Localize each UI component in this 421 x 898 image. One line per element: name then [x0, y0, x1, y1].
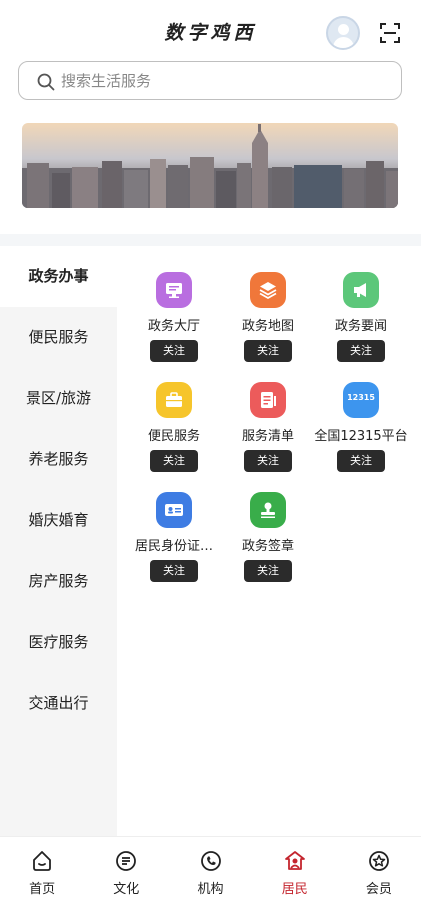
city-skyline-image: [22, 124, 398, 208]
service-label: 居民身份证…: [134, 539, 213, 554]
follow-button[interactable]: 关注: [150, 340, 198, 362]
avatar-head: [338, 24, 349, 35]
service-grid: 政务大厅 关注 政务地图 关注 政务要闻 关注 便民服务 关注 服务清单 关注 …: [117, 246, 421, 836]
megaphone-icon: [343, 272, 379, 308]
bottom-nav: 首页 文化 机构 居民 会员: [0, 836, 421, 898]
follow-button[interactable]: 关注: [244, 450, 292, 472]
service-gov-hall[interactable]: 政务大厅 关注: [124, 272, 224, 362]
service-list[interactable]: 服务清单 关注: [218, 382, 318, 472]
layers-icon: [250, 272, 286, 308]
nav-institution[interactable]: 机构: [168, 837, 252, 898]
service-label: 便民服务: [147, 429, 200, 444]
phone-icon: [200, 851, 221, 871]
follow-button[interactable]: 关注: [244, 340, 292, 362]
culture-icon: [116, 851, 137, 871]
member-icon: [369, 851, 389, 871]
service-label: 政务大厅: [147, 319, 200, 334]
nav-member[interactable]: 会员: [337, 837, 421, 898]
nav-label: 会员: [365, 882, 392, 897]
nav-label: 文化: [113, 882, 140, 897]
nav-label: 居民: [281, 882, 308, 897]
service-gov-stamp[interactable]: 政务签章 关注: [218, 492, 318, 582]
service-convenience[interactable]: 便民服务 关注: [124, 382, 224, 472]
service-label: 政务签章: [241, 539, 294, 554]
category-convenience[interactable]: 便民服务: [0, 307, 117, 368]
avatar[interactable]: [326, 16, 360, 50]
section-divider: [0, 234, 421, 246]
follow-button[interactable]: 关注: [337, 340, 385, 362]
follow-button[interactable]: 关注: [150, 450, 198, 472]
nav-resident[interactable]: 居民: [253, 837, 337, 898]
category-elderly-care[interactable]: 养老服务: [0, 429, 117, 490]
search-input[interactable]: [61, 62, 381, 99]
nav-home[interactable]: 首页: [0, 837, 84, 898]
nav-label: 机构: [197, 882, 224, 897]
category-transport[interactable]: 交通出行: [0, 673, 117, 734]
service-label: 政务要闻: [334, 319, 387, 334]
follow-button[interactable]: 关注: [244, 560, 292, 582]
nav-culture[interactable]: 文化: [84, 837, 168, 898]
badge-12315-icon: 12315: [343, 382, 379, 418]
document-icon: [250, 382, 286, 418]
search-bar[interactable]: [18, 61, 402, 100]
category-housing[interactable]: 房产服务: [0, 551, 117, 612]
header: 数字鸡西: [0, 0, 421, 62]
monitor-icon: [156, 272, 192, 308]
resident-icon: [284, 851, 305, 870]
category-list: 政务办事 便民服务 景区/旅游 养老服务 婚庆婚育 房产服务 医疗服务 交通出行: [0, 246, 117, 836]
follow-button[interactable]: 关注: [150, 560, 198, 582]
service-label: 全国12315平台: [314, 429, 408, 444]
service-id-card[interactable]: 居民身份证… 关注: [124, 492, 224, 582]
service-gov-map[interactable]: 政务地图 关注: [218, 272, 318, 362]
service-gov-news[interactable]: 政务要闻 关注: [311, 272, 411, 362]
badge-12315-text: 12315: [347, 393, 375, 402]
follow-button[interactable]: 关注: [337, 450, 385, 472]
service-label: 政务地图: [241, 319, 294, 334]
search-icon: [37, 73, 55, 91]
service-12315[interactable]: 12315 全国12315平台 关注: [311, 382, 411, 472]
category-medical[interactable]: 医疗服务: [0, 612, 117, 673]
briefcase-icon: [156, 382, 192, 418]
home-icon: [33, 851, 51, 871]
scan-icon[interactable]: [380, 23, 400, 43]
service-label: 服务清单: [241, 429, 294, 444]
nav-label: 首页: [29, 882, 56, 897]
category-tourism[interactable]: 景区/旅游: [0, 368, 117, 429]
category-gov-affairs[interactable]: 政务办事: [0, 246, 117, 307]
id-card-icon: [156, 492, 192, 528]
category-wedding[interactable]: 婚庆婚育: [0, 490, 117, 551]
stamp-icon: [250, 492, 286, 528]
city-banner[interactable]: [22, 123, 398, 208]
avatar-shoulders: [333, 37, 354, 48]
